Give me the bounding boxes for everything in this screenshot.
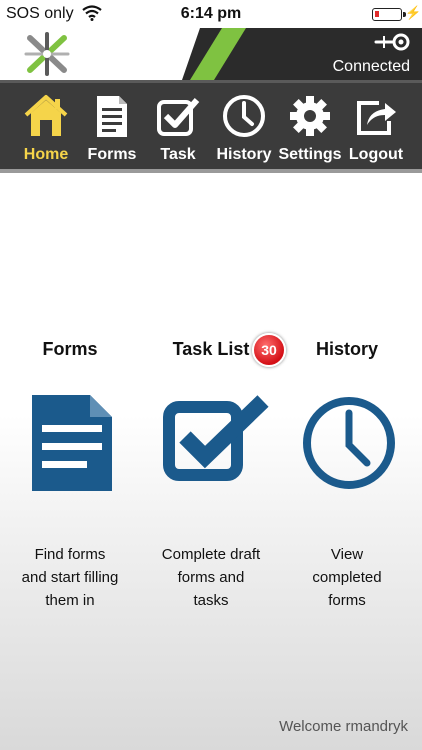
forms-tile[interactable]: Forms Find forms and start filling them … bbox=[0, 173, 140, 750]
tile-description: Find forms and start filling them in bbox=[21, 546, 119, 609]
clock-icon bbox=[223, 95, 265, 137]
nav-item-forms[interactable]: Forms bbox=[79, 83, 145, 169]
home-icon bbox=[24, 95, 68, 136]
tile-title: Forms bbox=[42, 339, 98, 359]
gear-icon bbox=[290, 96, 330, 136]
nav-item-home[interactable]: Home bbox=[13, 83, 79, 169]
app-header: Connected bbox=[0, 28, 422, 80]
clock-icon bbox=[303, 397, 395, 489]
home-content: Forms Find forms and start filling them … bbox=[0, 173, 422, 750]
document-icon bbox=[97, 96, 127, 137]
nav-item-history[interactable]: History bbox=[211, 83, 277, 169]
welcome-message: Welcome rmandryk bbox=[279, 718, 408, 735]
nav-item-settings[interactable]: Settings bbox=[277, 83, 343, 169]
nav-item-task[interactable]: Task bbox=[145, 83, 211, 169]
connection-status: Connected bbox=[332, 58, 410, 75]
share-icon bbox=[357, 101, 396, 135]
history-tile[interactable]: History View completed forms bbox=[277, 173, 417, 750]
checkbox-icon bbox=[163, 395, 269, 481]
connection-plug-icon[interactable] bbox=[374, 32, 410, 52]
nav-item-logout[interactable]: Logout bbox=[343, 83, 409, 169]
checkbox-icon bbox=[157, 98, 200, 136]
charging-bolt-icon: ⚡ bbox=[405, 5, 422, 20]
status-bar: SOS only 6:14 pm ⚡ bbox=[0, 0, 422, 28]
battery-low-icon bbox=[372, 8, 406, 21]
tile-description: View completed forms bbox=[312, 546, 382, 609]
main-nav: Home Forms Task History Settings Logout bbox=[0, 80, 422, 173]
document-icon bbox=[32, 395, 112, 491]
nav-label: Logout bbox=[348, 146, 404, 163]
app-logo-icon bbox=[24, 32, 70, 76]
clock-time: 6:14 pm bbox=[180, 5, 242, 22]
task-list-tile[interactable]: Task List Complete draft forms and tasks bbox=[141, 173, 281, 750]
tile-title: History bbox=[315, 339, 378, 359]
tile-description: Complete draft forms and tasks bbox=[161, 546, 261, 609]
